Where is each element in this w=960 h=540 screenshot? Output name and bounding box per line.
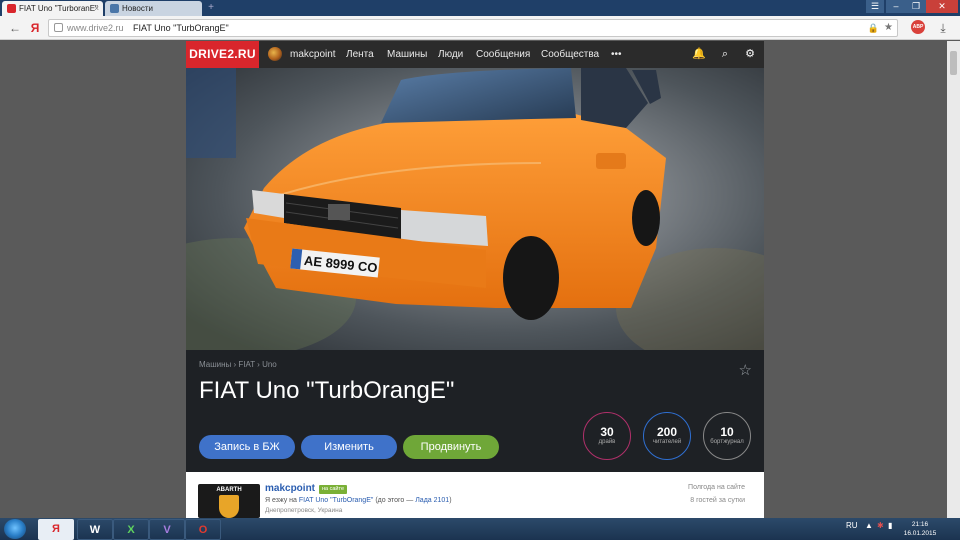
taskbar-viber[interactable]: V (149, 519, 185, 540)
adblock-icon[interactable]: ABP (911, 20, 925, 34)
page-icon (54, 23, 63, 32)
tab-title: Новости (122, 4, 153, 13)
download-icon[interactable]: ⤓ (936, 20, 950, 36)
tray-alert-icon[interactable]: ✱ (877, 521, 884, 531)
nav-messages[interactable]: Сообщения (476, 41, 530, 68)
car-photo: AE 8999 CO (186, 68, 764, 350)
tray-arrow-icon[interactable]: ▲ (865, 521, 873, 531)
current-car-link[interactable]: FIAT Uno "TurbOrangE" (299, 497, 373, 504)
url-title: FIAT Uno "TurbOrangE" (133, 23, 229, 33)
site-nav: DRIVE2.RU makcpoint Лента Машины Люди Со… (186, 41, 764, 68)
clock-time: 21:16 (911, 521, 929, 528)
address-bar[interactable]: www.drive2.ru FIAT Uno "TurbOrangE" 🔒 ★ (48, 19, 898, 37)
drives-mid: (до этого — (375, 497, 414, 504)
previous-car-link[interactable]: Лада 2101 (415, 497, 449, 504)
clock-date: 16.01.2015 (903, 530, 937, 537)
stat-value: 200 (656, 425, 678, 439)
drive2-page: DRIVE2.RU makcpoint Лента Машины Люди Со… (186, 41, 764, 518)
start-button[interactable] (4, 519, 26, 539)
nav-feed[interactable]: Лента (346, 41, 374, 68)
abarth-shield-icon (219, 495, 239, 518)
owner-avatar[interactable]: ABARTH (198, 484, 260, 518)
readers-stat[interactable]: 200 читателей (643, 412, 691, 460)
owner-card: ABARTH makcpoint на сайте Я езжу на FIAT… (186, 472, 764, 518)
owner-name[interactable]: makcpoint (265, 483, 315, 494)
vk-favicon-icon (110, 4, 119, 13)
favorite-star-icon[interactable]: ☆ (739, 361, 752, 379)
taskbar-yandex-browser[interactable]: Я (38, 519, 74, 540)
car-illustration: AE 8999 CO (186, 68, 764, 350)
page-viewport: DRIVE2.RU makcpoint Лента Машины Люди Со… (0, 41, 960, 518)
new-tab-icon[interactable]: + (204, 2, 218, 14)
browser-toolbar: ← Я www.drive2.ru FIAT Uno "TurbOrangE" … (0, 16, 960, 40)
drive2-favicon-icon (7, 4, 16, 13)
stat-value: 30 (600, 425, 614, 439)
taskbar-excel[interactable]: X (113, 519, 149, 540)
lock-icon: 🔒 (867, 23, 879, 33)
guests-count: 8 гостей за сутки (690, 497, 745, 504)
edit-button[interactable]: Изменить (301, 435, 397, 459)
tab-close-icon[interactable]: × (94, 1, 99, 16)
site-logo[interactable]: DRIVE2.RU (186, 41, 259, 68)
stat-label: бортжурнал (710, 439, 744, 445)
network-icon[interactable]: ▮ (888, 521, 892, 531)
tab-title: FIAT Uno "TurboranE" (19, 4, 98, 13)
system-clock[interactable]: 21:16 16.01.2015 (898, 520, 942, 538)
back-arrow-icon[interactable]: ← (8, 20, 22, 36)
promote-button[interactable]: Продвинуть (403, 435, 499, 459)
page-title: FIAT Uno "TurbOrangE" (199, 377, 455, 404)
drives-end: ) (449, 497, 452, 504)
stat-value: 10 (720, 425, 734, 439)
yandex-icon[interactable]: Я (28, 20, 42, 36)
page-scrollbar[interactable] (947, 41, 960, 518)
online-badge: на сайте (319, 485, 348, 494)
drives-prefix: Я езжу на (265, 497, 297, 504)
owner-since: Полгода на сайте (688, 484, 745, 491)
windows-taskbar: Я W X V O RU ▲ ✱ ▮ 21:16 16.01.2015 (0, 518, 960, 540)
search-icon[interactable]: ⌕ (718, 47, 732, 62)
nav-cars[interactable]: Машины (387, 41, 427, 68)
nav-communities[interactable]: Сообщества (541, 41, 599, 68)
stat-label: читателей (652, 439, 682, 445)
nav-more[interactable]: ••• (611, 41, 622, 68)
nav-people[interactable]: Люди (438, 41, 463, 68)
avatar-logo-text: ABARTH (216, 487, 242, 493)
minimize-icon[interactable]: – (886, 0, 906, 13)
car-header-panel: Машины › FIAT › Uno FIAT Uno "TurbOrangE… (186, 350, 764, 472)
url-host: www.drive2.ru (67, 23, 124, 33)
tab-fiat-uno[interactable]: FIAT Uno "TurboranE" × (2, 1, 103, 16)
owner-drives: Я езжу на FIAT Uno "TurbOrangE" (до этог… (265, 497, 452, 504)
logbook-stat[interactable]: 10 бортжурнал (703, 412, 751, 460)
language-indicator[interactable]: RU (846, 521, 858, 531)
browser-tab-bar: FIAT Uno "TurboranE" × Новости + ☰ – ❐ ✕ (0, 0, 960, 16)
close-window-icon[interactable]: ✕ (926, 0, 958, 13)
browser-menu-icon[interactable]: ☰ (866, 0, 884, 13)
gear-icon[interactable]: ⚙ (743, 47, 757, 62)
tab-news[interactable]: Новости (105, 1, 202, 16)
bookmark-star-icon[interactable]: ★ (884, 20, 893, 36)
drive-stat[interactable]: 30 драйв (583, 412, 631, 460)
nav-user[interactable]: makcpoint (290, 41, 336, 68)
stat-label: драйв (598, 439, 616, 445)
taskbar-opera[interactable]: O (185, 519, 221, 540)
breadcrumb[interactable]: Машины › FIAT › Uno (199, 360, 277, 369)
taskbar-word[interactable]: W (77, 519, 113, 540)
user-avatar[interactable] (268, 47, 282, 61)
owner-city: Днепропетровск, Украина (265, 507, 343, 514)
maximize-icon[interactable]: ❐ (906, 0, 926, 13)
scrollbar-thumb[interactable] (950, 51, 957, 75)
record-logbook-button[interactable]: Запись в БЖ (199, 435, 295, 459)
bell-icon[interactable]: 🔔 (692, 47, 706, 62)
